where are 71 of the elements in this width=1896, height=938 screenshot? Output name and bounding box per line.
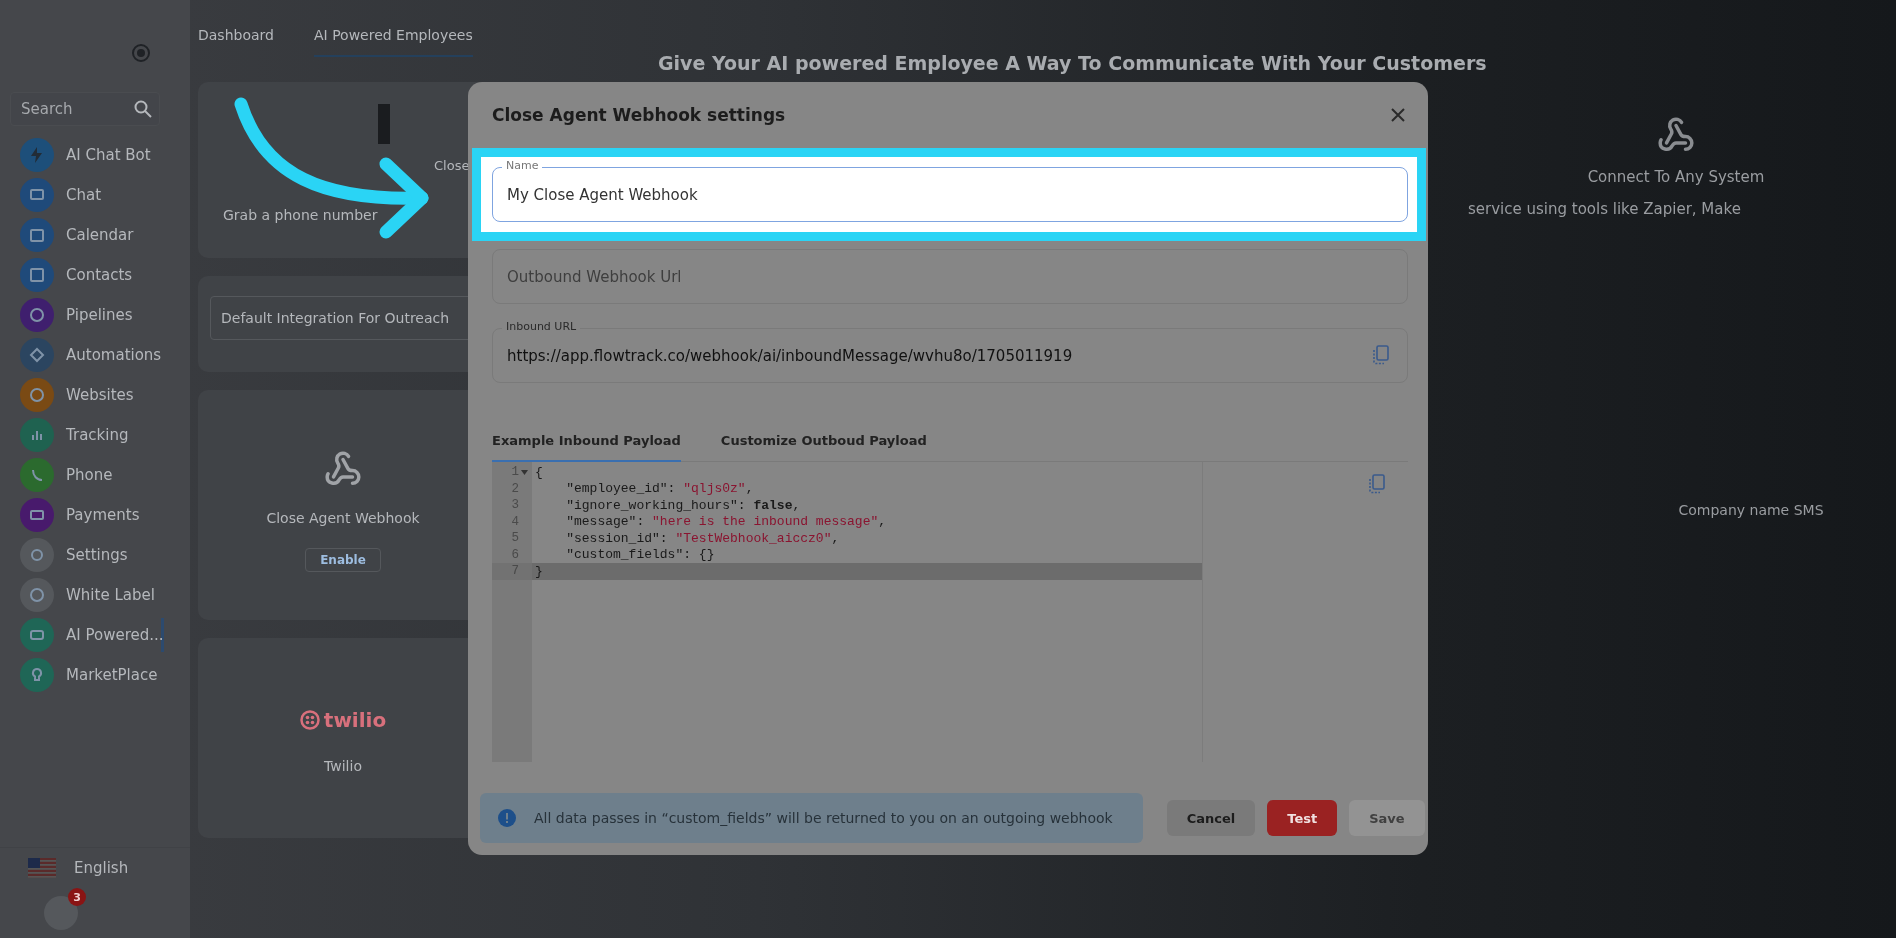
nav-icon <box>28 346 46 364</box>
copy-icon[interactable] <box>1372 345 1390 365</box>
sidebar-item[interactable]: MarketPlace <box>0 658 164 692</box>
fold-icon[interactable] <box>521 469 528 475</box>
nav-icon <box>28 306 46 324</box>
sidebar-item[interactable]: White Label <box>0 578 164 612</box>
code-line: "ignore_working_hours": false, <box>565 497 802 514</box>
sidebar-label: Tracking <box>66 426 129 444</box>
notification-badge: 3 <box>68 888 86 906</box>
nav-icon <box>28 266 46 284</box>
webhook-icon <box>324 450 362 488</box>
sidebar-label: MarketPlace <box>66 666 158 684</box>
code-line: "session_id": "TestWebhook_aiccz0", <box>565 530 841 547</box>
info-text: All data passes in “custom_fields” will be returned to you on an outgoing webhook <box>534 810 1113 826</box>
sidebar-label: Calendar <box>66 226 134 244</box>
sidebar-item[interactable]: Phone <box>0 458 164 492</box>
page-heading: Give Your AI powered Employee A Way To Communicate With Your Customers <box>658 52 1488 74</box>
card-title: Company name SMS <box>1678 502 1824 518</box>
twilio-logo: twilio <box>299 708 387 732</box>
sidebar-label: Automations <box>66 346 162 364</box>
payload-tab[interactable]: Customize Outboud Payload <box>720 423 927 462</box>
search-icon <box>134 100 152 118</box>
code-line: { <box>534 464 544 481</box>
radio-icon[interactable] <box>132 44 150 62</box>
sidebar-item[interactable]: Websites <box>0 378 164 412</box>
sidebar-label: Phone <box>66 466 113 484</box>
flag-icon <box>28 858 56 878</box>
nav-icon <box>28 546 46 564</box>
copy-icon[interactable] <box>1368 474 1386 494</box>
card-title: Connect To Any System <box>1587 168 1765 186</box>
sidebar-label: AI Powered... <box>66 626 164 644</box>
code-line: "message": "here is the inbound message", <box>565 513 888 530</box>
sidebar-label: Websites <box>66 386 134 404</box>
sidebar-item[interactable]: Contacts <box>0 258 164 292</box>
code-line: "employee_id": "qljs0z", <box>565 480 755 497</box>
sidebar-item[interactable]: Calendar <box>0 218 164 252</box>
sidebar-item[interactable]: Pipelines <box>0 298 164 332</box>
sidebar-item[interactable]: Chat <box>0 178 164 212</box>
sidebar-label: White Label <box>66 586 155 604</box>
webhook-icon <box>1657 116 1695 154</box>
nav-icon <box>28 226 46 244</box>
sidebar-label: Settings <box>66 546 128 564</box>
test-button[interactable]: Test <box>1267 800 1338 836</box>
outbound-url-field[interactable]: Outbound Webhook Url <box>492 249 1408 304</box>
sidebar-item[interactable]: AI Powered... <box>0 618 164 652</box>
search-field[interactable]: Search <box>10 92 160 126</box>
card-title: Close Agent Webhook <box>266 510 420 526</box>
sidebar-item[interactable]: Payments <box>0 498 164 532</box>
card-description: service using tools like Zapier, Make <box>1468 200 1741 218</box>
card-description: Grab a phone number <box>223 207 378 223</box>
info-icon <box>498 809 516 827</box>
sidebar-label: Payments <box>66 506 140 524</box>
nav-icon <box>28 386 46 404</box>
card-title: Close <box>434 158 470 173</box>
dialog-title: Close Agent Webhook settings <box>492 105 786 125</box>
top-tab[interactable]: Dashboard <box>198 15 274 57</box>
cancel-button[interactable]: Cancel <box>1166 800 1256 836</box>
language-selector[interactable]: English <box>0 847 190 888</box>
sidebar-label: Pipelines <box>66 306 133 324</box>
sidebar-item[interactable]: Tracking <box>0 418 164 452</box>
code-line: "custom_fields": {} <box>565 546 716 563</box>
sidebar-item[interactable]: AI Chat Bot <box>0 138 164 172</box>
sidebar-item[interactable]: Settings <box>0 538 164 572</box>
top-tab[interactable]: AI Powered Employees <box>313 15 473 57</box>
nav-icon <box>28 586 46 604</box>
sidebar-label: AI Chat Bot <box>66 146 151 164</box>
card-title: Twilio <box>324 758 362 774</box>
sidebar-label: Contacts <box>66 266 133 284</box>
enable-button[interactable]: Enable <box>305 548 381 572</box>
sidebar-label: Chat <box>66 186 102 204</box>
sidebar-item[interactable]: Automations <box>0 338 164 372</box>
